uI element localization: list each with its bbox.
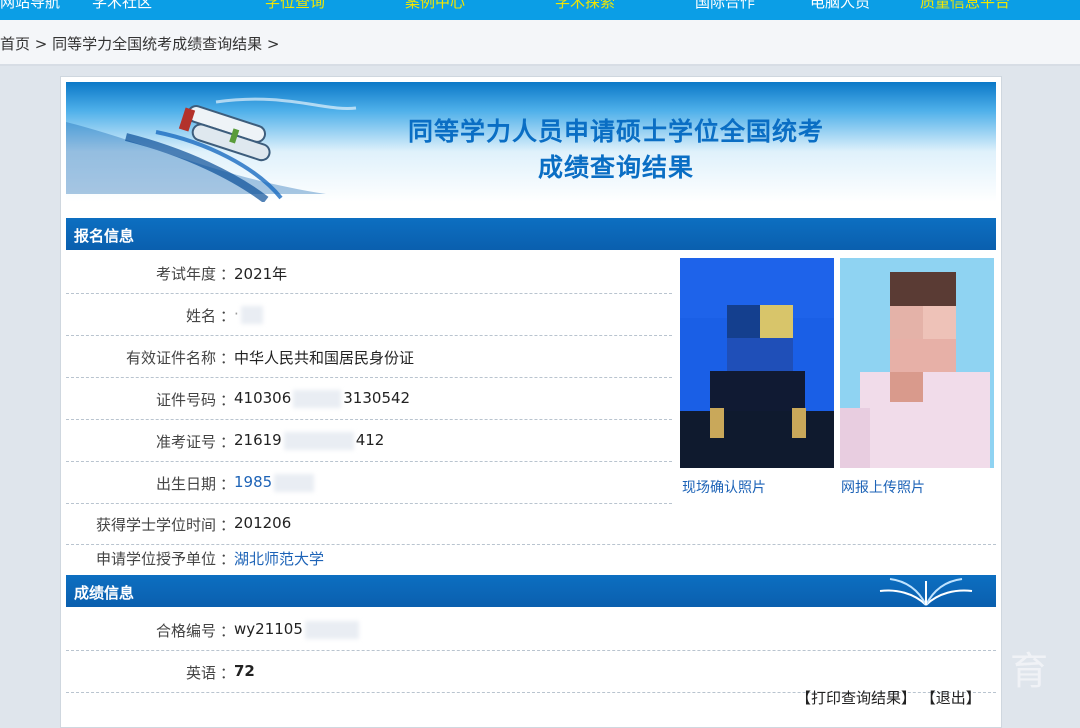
nav-item-6[interactable]: 电脑人员 bbox=[810, 0, 870, 12]
exit-button[interactable]: 【退出】 bbox=[921, 689, 981, 707]
page-title: 同等学力人员申请硕士学位全国统考 成绩查询结果 bbox=[336, 114, 896, 186]
field-label: 考试年度 bbox=[155, 265, 216, 283]
field-id-type: 有效证件名称 ： 中华人民共和国居民身份证 bbox=[66, 336, 672, 378]
field-id-number: 证件号码 ： 410306 3130542 bbox=[66, 378, 672, 420]
nav-item-3[interactable]: 案例中心 bbox=[405, 0, 465, 12]
scores-section-header: 成绩信息 bbox=[66, 575, 996, 607]
field-degree-unit: 申请学位授予单位 ： 湖北师范大学 bbox=[66, 537, 996, 579]
field-colon: ： bbox=[220, 265, 236, 283]
field-label: 英语 bbox=[185, 664, 216, 682]
onsite-photo bbox=[680, 258, 834, 468]
nav-item-4[interactable]: 学术探索 bbox=[555, 0, 615, 12]
field-value: 1985 bbox=[234, 473, 316, 492]
field-pass-number: 合格编号 ： wy21105 bbox=[66, 609, 996, 651]
field-value[interactable]: 湖北师范大学 bbox=[234, 548, 324, 569]
breadcrumb-bar: 首页 > 同等学力全国统考成绩查询结果 > bbox=[0, 20, 1080, 66]
field-value: 72 bbox=[234, 662, 255, 680]
watermark: 育 bbox=[1010, 649, 1049, 693]
onsite-photo-caption[interactable]: 现场确认照片 bbox=[682, 477, 766, 497]
result-card: 同等学力人员申请硕士学位全国统考 成绩查询结果 报名信息 考试年度 ： 2021… bbox=[60, 76, 1002, 728]
nav-item-7[interactable]: 质量信息平台 bbox=[920, 0, 1010, 12]
field-colon: ： bbox=[220, 622, 236, 640]
field-value: wy21105 bbox=[234, 620, 361, 639]
field-colon: ： bbox=[220, 550, 236, 568]
field-value: 2021年 bbox=[234, 265, 288, 283]
field-label: 姓名 bbox=[185, 307, 216, 325]
field-value: 201206 bbox=[234, 514, 292, 532]
page-title-line-2: 成绩查询结果 bbox=[537, 153, 694, 182]
field-label: 证件号码 bbox=[155, 391, 216, 409]
field-label: 获得学士学位时间 bbox=[95, 516, 216, 534]
field-colon: ： bbox=[220, 433, 236, 451]
page-title-line-1: 同等学力人员申请硕士学位全国统考 bbox=[407, 117, 824, 146]
field-name: 姓名 ： · bbox=[66, 294, 672, 336]
banner: 同等学力人员申请硕士学位全国统考 成绩查询结果 bbox=[66, 82, 996, 202]
registration-section-title: 报名信息 bbox=[74, 227, 135, 245]
field-label: 申请学位授予单位 bbox=[95, 550, 216, 568]
breadcrumb[interactable]: 首页 > 同等学力全国统考成绩查询结果 > bbox=[0, 33, 279, 54]
registration-section-header: 报名信息 bbox=[66, 218, 996, 250]
nav-item-0[interactable]: 网站导航 bbox=[0, 0, 60, 12]
field-label: 准考证号 bbox=[155, 433, 216, 451]
field-exam-year: 考试年度 ： 2021年 bbox=[66, 252, 672, 294]
scores-section-title: 成绩信息 bbox=[74, 584, 135, 602]
field-colon: ： bbox=[220, 349, 236, 367]
field-colon: ： bbox=[220, 307, 236, 325]
upload-photo-caption[interactable]: 网报上传照片 bbox=[841, 477, 925, 497]
field-label: 出生日期 bbox=[155, 475, 216, 493]
field-colon: ： bbox=[220, 475, 236, 493]
field-value: 410306 3130542 bbox=[234, 389, 411, 408]
print-results-button[interactable]: 【打印查询结果】 bbox=[796, 689, 916, 707]
nav-item-1[interactable]: 学术社区 bbox=[92, 0, 152, 12]
field-colon: ： bbox=[220, 391, 236, 409]
top-nav: 网站导航 学术社区 学位查询 案例中心 学术探索 国际合作 电脑人员 质量信息平… bbox=[0, 0, 1080, 20]
upload-photo bbox=[840, 258, 994, 468]
field-value: 21619 412 bbox=[234, 431, 385, 450]
open-book-icon bbox=[879, 578, 973, 606]
field-label: 合格编号 bbox=[155, 622, 216, 640]
field-birth-date: 出生日期 ： 1985 bbox=[66, 462, 672, 504]
field-label: 有效证件名称 bbox=[125, 349, 216, 367]
field-colon: ： bbox=[220, 516, 236, 534]
action-links: 【打印查询结果】 【退出】 bbox=[796, 687, 981, 708]
field-value: 中华人民共和国居民身份证 bbox=[234, 349, 415, 367]
nav-item-2[interactable]: 学位查询 bbox=[265, 0, 325, 12]
nav-item-5[interactable]: 国际合作 bbox=[695, 0, 755, 12]
field-value: · bbox=[234, 305, 265, 324]
field-ticket-number: 准考证号 ： 21619 412 bbox=[66, 420, 672, 462]
field-colon: ： bbox=[220, 664, 236, 682]
